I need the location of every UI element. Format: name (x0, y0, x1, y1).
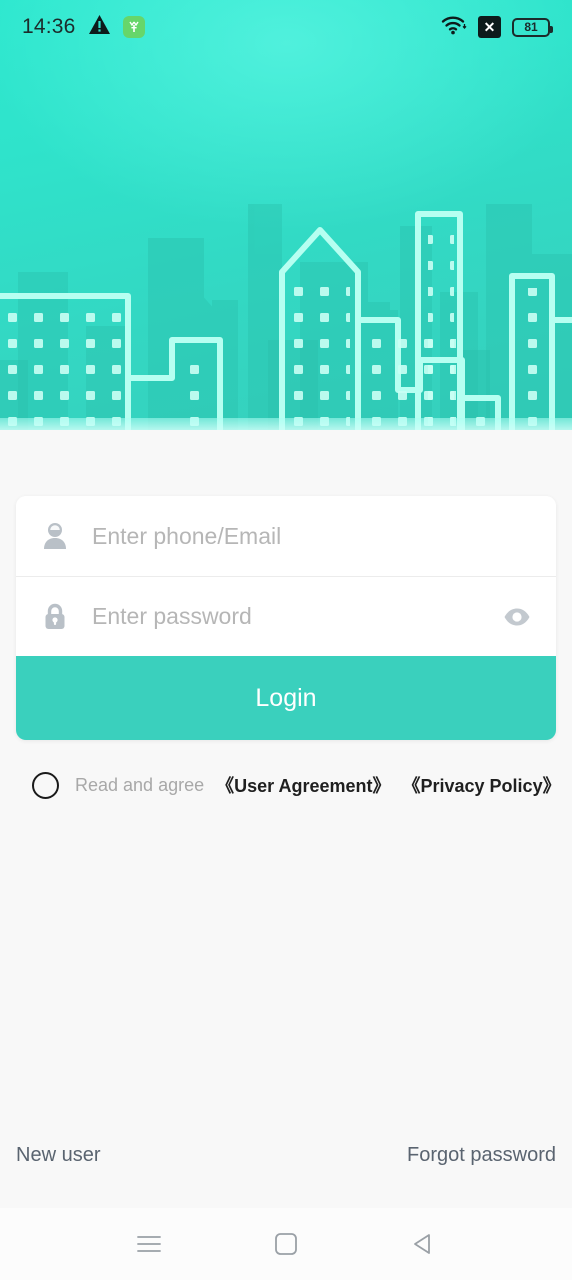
password-field-row (16, 576, 556, 656)
back-triangle-icon[interactable] (395, 1216, 451, 1272)
agreement-row: Read and agree 《User Agreement》 《Privacy… (32, 768, 561, 802)
user-icon (38, 519, 72, 553)
forgot-password-link[interactable]: Forgot password (407, 1144, 556, 1167)
city-skyline-illustration (0, 204, 572, 430)
status-clock: 14:36 (22, 15, 76, 38)
green-app-icon (122, 16, 145, 38)
battery-indicator: 81 (512, 17, 553, 37)
login-button[interactable]: Login (16, 656, 556, 740)
login-card: Login (16, 496, 556, 740)
no-sim-icon: ✕ (478, 16, 501, 38)
privacy-policy-link[interactable]: 《Privacy Policy》 (403, 772, 561, 798)
new-user-link[interactable]: New user (16, 1144, 100, 1167)
eye-icon[interactable] (500, 600, 534, 634)
agreement-prefix-label: Read and agree (75, 774, 205, 795)
menu-icon[interactable] (121, 1216, 177, 1272)
battery-level: 81 (524, 20, 538, 34)
home-square-icon[interactable] (258, 1216, 314, 1272)
warning-triangle-icon (88, 15, 110, 39)
wifi-icon (441, 15, 467, 40)
status-bar-left: 14:36 (22, 15, 145, 39)
lock-icon (38, 600, 72, 634)
username-input[interactable] (92, 522, 534, 550)
bottom-links: New user Forgot password (0, 1144, 572, 1167)
hero-bottom-band (0, 418, 572, 430)
login-screen: 14:36 ✕ 81 Enter phone/Email Login Read … (0, 0, 572, 1280)
agreement-checkbox[interactable] (32, 771, 59, 799)
status-bar: 14:36 ✕ 81 (0, 0, 572, 54)
username-field-row (16, 496, 556, 576)
android-nav-bar (0, 1208, 572, 1280)
status-bar-right: ✕ 81 (441, 15, 553, 40)
password-input[interactable] (92, 603, 500, 630)
hero-header (0, 0, 572, 430)
user-agreement-link[interactable]: 《User Agreement》 (216, 772, 390, 798)
